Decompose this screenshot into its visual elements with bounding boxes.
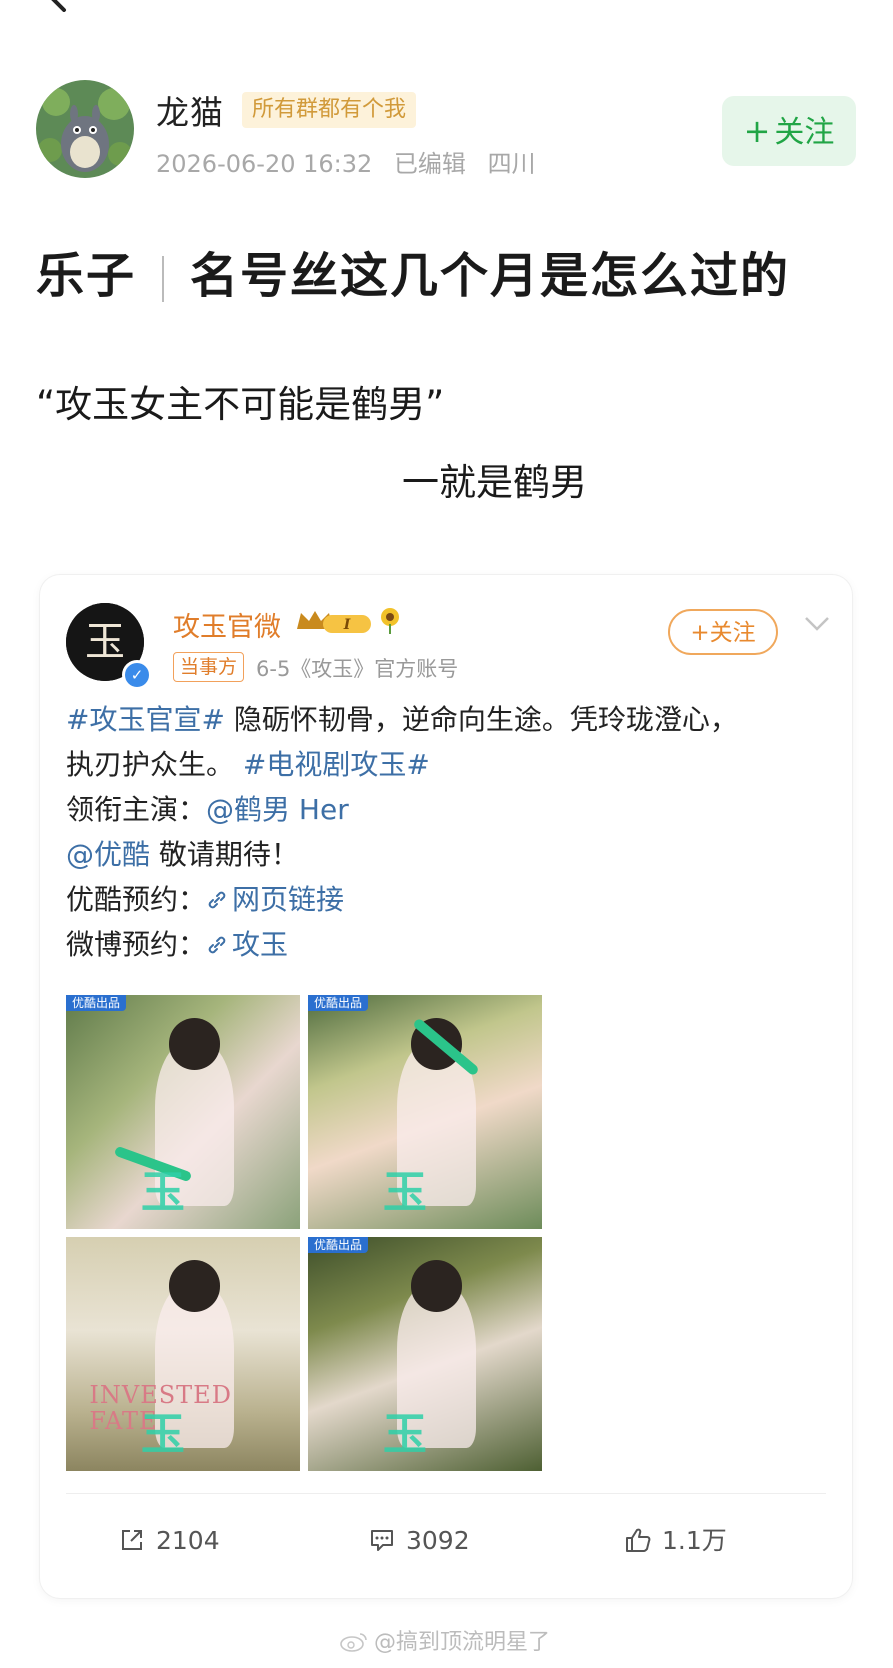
image-grid: 优酷出品 玉 优酷出品 玉 INVESTED FATE 玉 优酷出品 玉: [66, 995, 542, 1473]
repost-card[interactable]: 玉 ✓ 攻玉官微 I 当事方 6-5《攻玉》官方账号 +关注 #攻玉官宣# 隐砺…: [40, 575, 852, 1598]
title-tag: 乐子: [36, 248, 137, 304]
repost-meta: 6-5《攻玉》官方账号: [256, 657, 459, 681]
thumbs-up-icon: [626, 1528, 651, 1552]
repost-line-text: 隐砺怀韧骨，逆命向生途。凭玲珑澄心，: [233, 703, 738, 736]
repost-line-text: 执刃护众生。: [66, 748, 235, 781]
repost-follow-button[interactable]: +关注: [668, 609, 778, 655]
author-badge: 所有群都有个我: [242, 92, 417, 128]
link-icon: [208, 891, 226, 909]
mention-link[interactable]: @鹤男 Her: [206, 793, 349, 826]
poster-head: [410, 1260, 463, 1312]
poster-caption: INVESTED FATE: [89, 1381, 232, 1436]
topic-link-text: 攻玉: [232, 928, 289, 961]
repost-line-5: 优酷预约： 网页链接: [66, 877, 836, 922]
repost-line-2: 执刃护众生。 #电视剧攻玉#: [66, 742, 836, 787]
poster-tag: 优酷出品: [308, 995, 369, 1011]
verified-icon: ✓: [122, 660, 152, 690]
poster-logo: 玉: [140, 1408, 185, 1460]
follow-label: 关注: [774, 115, 835, 150]
plus-icon: +: [743, 112, 771, 150]
share-icon: [122, 1530, 142, 1550]
card-divider: [66, 1493, 826, 1494]
poster-tag: 优酷出品: [308, 1237, 369, 1253]
chevron-down-icon[interactable]: [804, 615, 830, 633]
author-name[interactable]: 龙猫: [156, 86, 224, 134]
comment-button[interactable]: 3092: [368, 1523, 470, 1559]
link-icon: [208, 936, 226, 954]
repost-account-name[interactable]: 攻玉官微: [173, 605, 281, 644]
poster-head: [168, 1018, 221, 1070]
comment-count: 3092: [406, 1526, 470, 1555]
repost-line-text: 敬请期待！: [158, 838, 299, 871]
repost-line-label: 优酷预约：: [66, 883, 207, 916]
watermark: @搞到顶流明星了: [340, 1624, 550, 1656]
poster-tag: 优酷出品: [66, 995, 127, 1011]
poster-image-3[interactable]: INVESTED FATE 玉: [66, 1237, 300, 1471]
poster-image-1[interactable]: 优酷出品 玉: [66, 995, 300, 1229]
comment-icon: [371, 1530, 393, 1551]
poster-image-4[interactable]: 优酷出品 玉: [308, 1237, 542, 1471]
repost-line-label: 领衔主演：: [66, 793, 207, 826]
poster-logo: 玉: [140, 1166, 185, 1218]
back-arrow-icon[interactable]: [36, 0, 76, 12]
title-divider: [162, 256, 165, 302]
share-count: 2104: [156, 1526, 220, 1555]
post-date: 2026-06-20 16:32: [156, 150, 373, 178]
title-text: 名号丝这几个月是怎么过的: [190, 248, 791, 304]
topic-tag[interactable]: #攻玉官宣#: [66, 703, 225, 736]
poster-head: [168, 1260, 221, 1312]
repost-line-4: @优酷 敬请期待！: [66, 832, 836, 877]
web-link[interactable]: 网页链接: [206, 883, 344, 916]
topic-link[interactable]: 攻玉: [206, 928, 288, 961]
poster-logo: 玉: [382, 1408, 427, 1460]
repost-line-6: 微博预约： 攻玉: [66, 922, 836, 967]
repost-text: #攻玉官宣# 隐砺怀韧骨，逆命向生途。凭玲珑澄心， 执刃护众生。 #电视剧攻玉#…: [66, 697, 836, 967]
repost-line-1: #攻玉官宣# 隐砺怀韧骨，逆命向生途。凭玲珑澄心，: [66, 697, 836, 742]
post-reply: 一就是鹤男: [402, 461, 587, 504]
weibo-post-page: 龙猫 所有群都有个我 2026-06-20 16:32 已编辑 四川 + 关注 乐…: [0, 0, 893, 1668]
author-avatar[interactable]: [36, 80, 134, 178]
web-link-text: 网页链接: [232, 883, 345, 916]
like-count: 1.1万: [662, 1526, 727, 1555]
like-button[interactable]: 1.1万: [624, 1523, 727, 1559]
party-badge: 当事方: [173, 652, 245, 682]
post-meta: 2026-06-20 16:32 已编辑 四川: [156, 144, 550, 179]
watermark-text: @搞到顶流明星了: [374, 1630, 551, 1655]
topic-tag[interactable]: #电视剧攻玉#: [243, 748, 430, 781]
repost-line-label: 微博预约：: [66, 928, 207, 961]
share-button[interactable]: 2104: [118, 1523, 220, 1559]
crown-level-icon: I: [297, 611, 371, 633]
crown-level-text: I: [343, 617, 351, 633]
mention-link[interactable]: @优酷: [66, 838, 150, 871]
post-location: 四川: [487, 150, 536, 178]
poster-logo: 玉: [382, 1166, 427, 1218]
sunflower-icon: [381, 608, 399, 634]
post-quote: “攻玉女主不可能是鹤男”: [36, 383, 445, 426]
repost-line-3: 领衔主演：@鹤男 Her: [66, 787, 836, 832]
weibo-logo-icon: [340, 1633, 367, 1652]
avatar-glyph: 玉: [85, 619, 125, 665]
follow-button[interactable]: + 关注: [722, 96, 856, 166]
poster-image-2[interactable]: 优酷出品 玉: [308, 995, 542, 1229]
edited-label: 已编辑: [393, 150, 466, 178]
post-title: 乐子 名号丝这几个月是怎么过的: [36, 236, 790, 306]
